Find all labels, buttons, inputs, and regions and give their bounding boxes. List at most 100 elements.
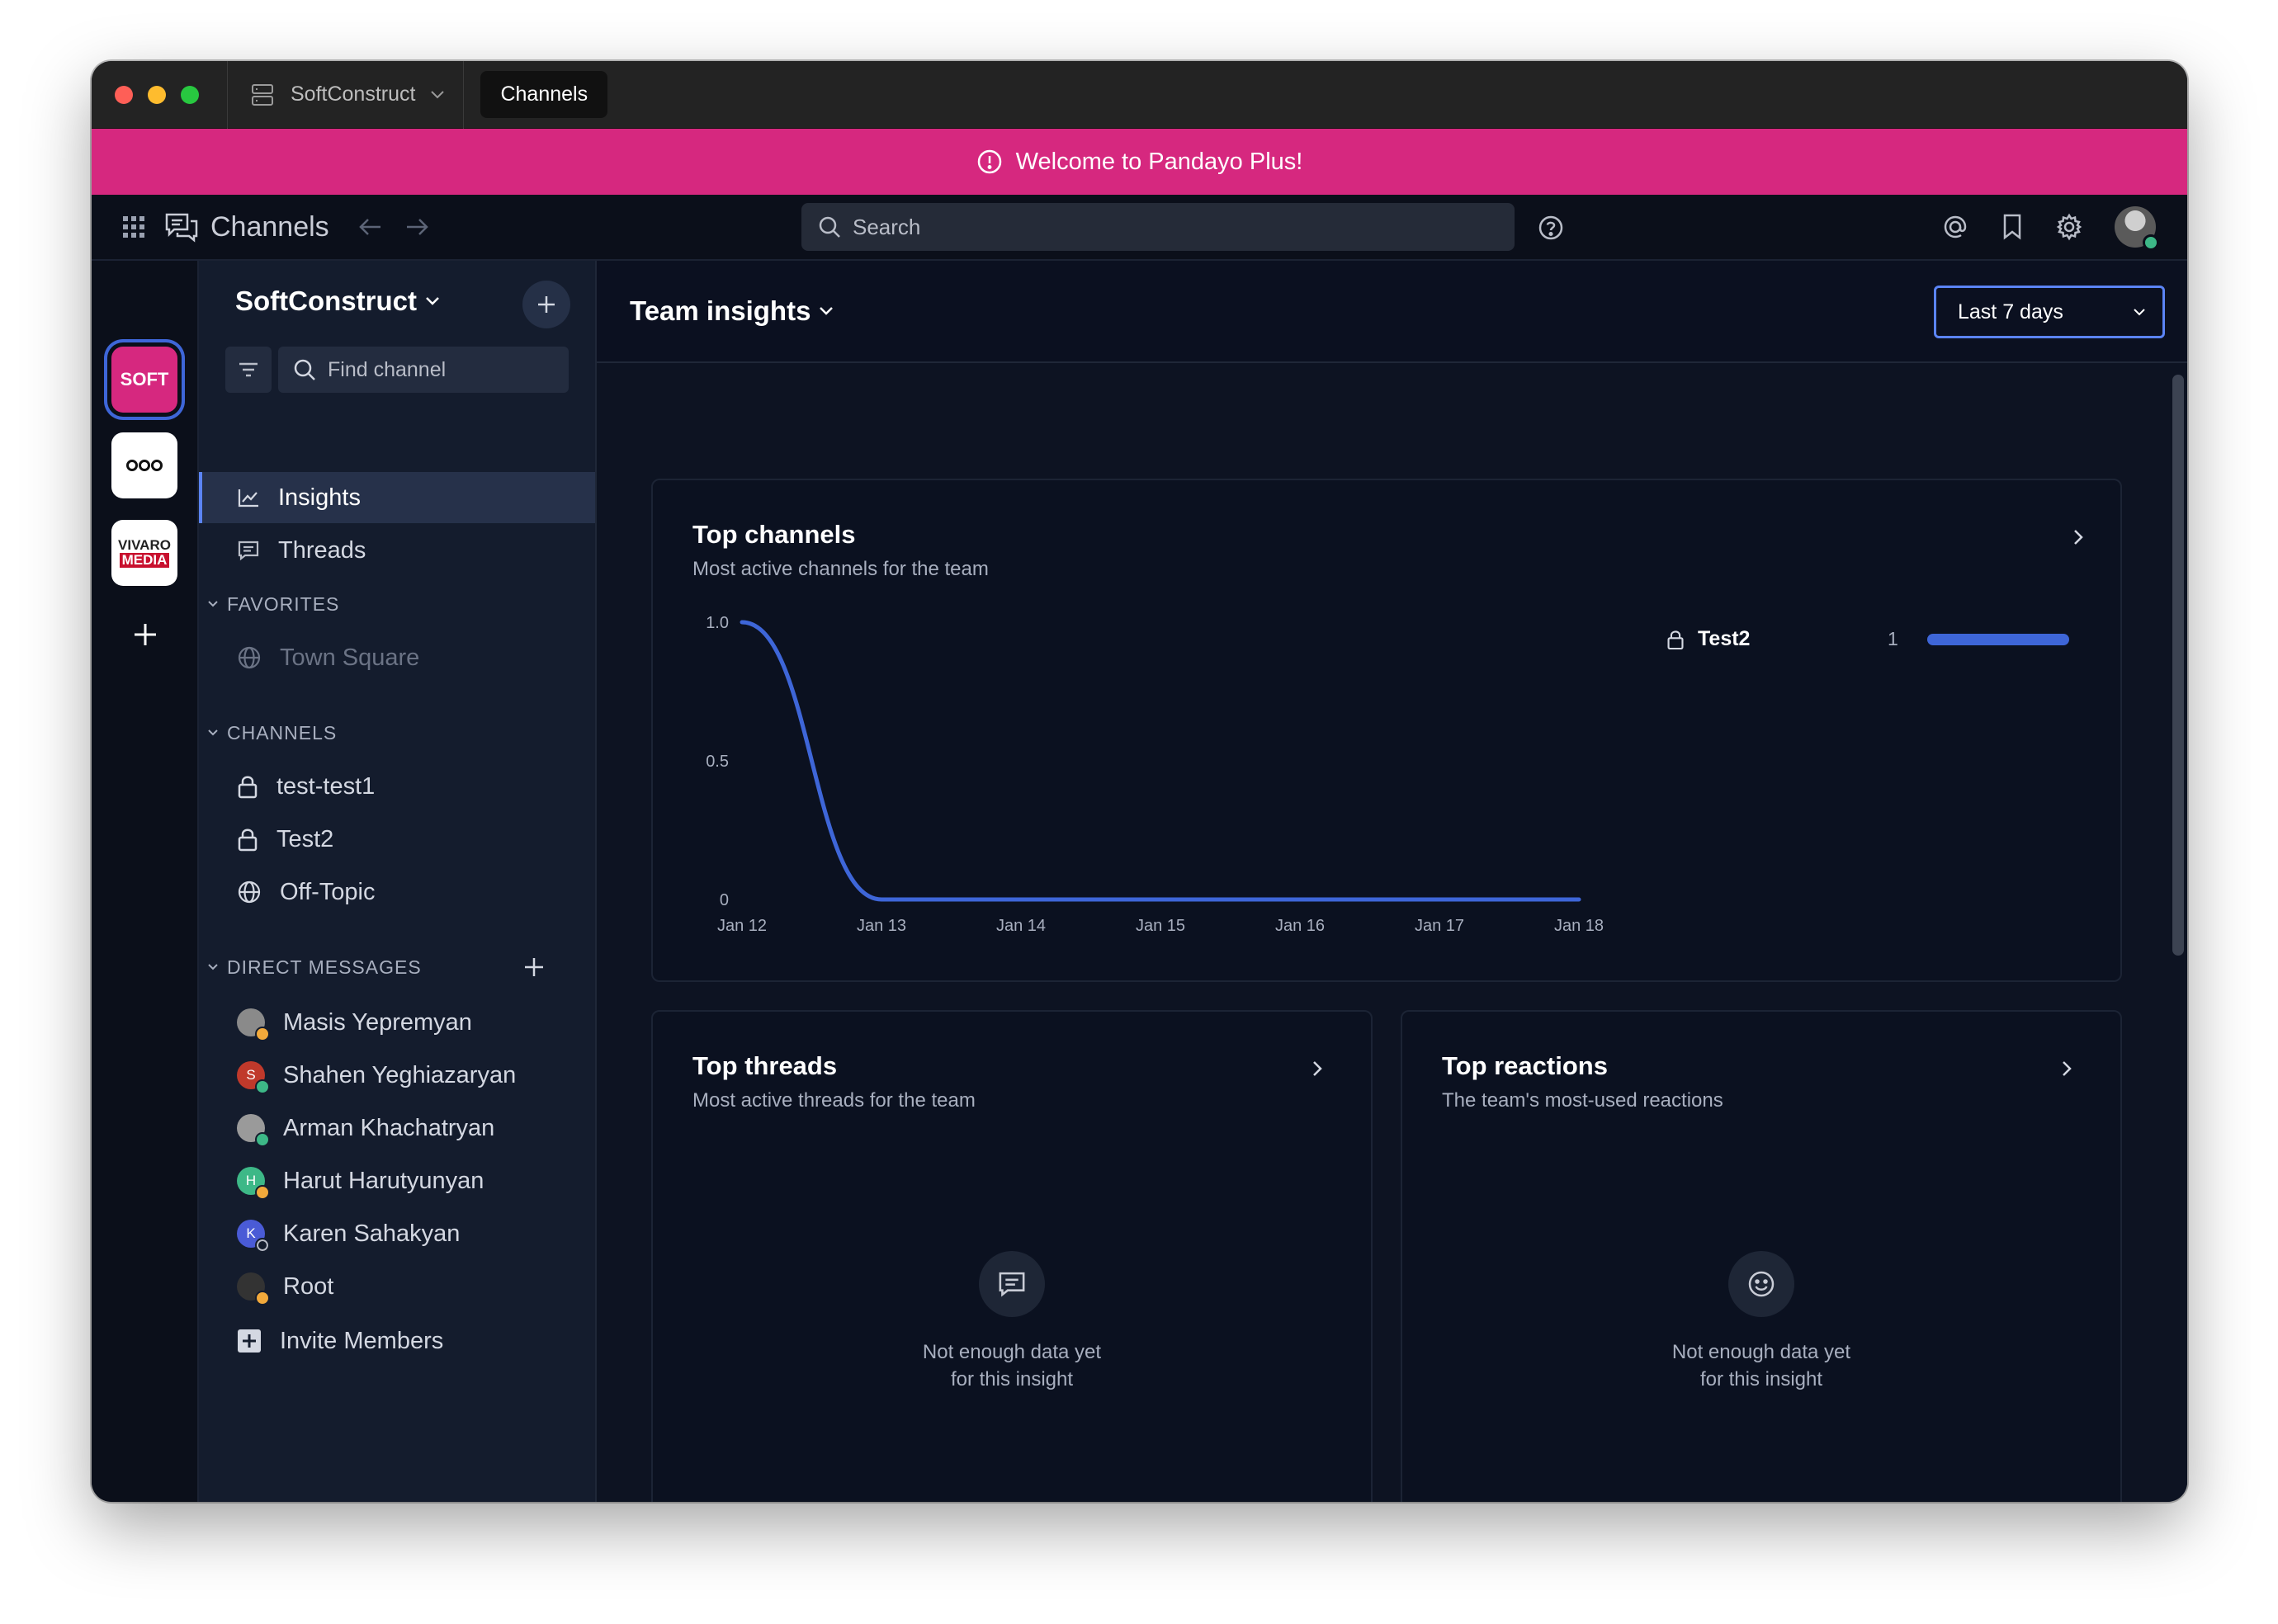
search-placeholder: Search xyxy=(853,214,921,239)
sidebar-item-off-topic[interactable]: Off-Topic xyxy=(199,866,595,918)
empty-state-line: Not enough data yet xyxy=(1671,1341,1851,1363)
card-subtitle: Most active threads for the team xyxy=(692,1089,976,1112)
x-tick-label: Jan 13 xyxy=(857,917,906,935)
product-menu-icon[interactable] xyxy=(121,215,146,239)
y-tick-label: 0.5 xyxy=(706,753,729,771)
date-range-select[interactable]: Last 7 days xyxy=(1934,286,2165,338)
close-window-button[interactable] xyxy=(115,85,133,104)
sidebar-item-label: Insights xyxy=(278,484,361,511)
section-label: FAVORITES xyxy=(227,592,340,615)
legend-channel-bar xyxy=(1927,633,2069,645)
card-title: Top threads xyxy=(692,1051,838,1080)
status-away-indicator xyxy=(255,1185,270,1200)
search-input[interactable]: Search xyxy=(801,203,1515,251)
gear-icon[interactable] xyxy=(2055,213,2083,241)
help-icon[interactable] xyxy=(1538,215,1564,241)
history-navigation xyxy=(358,217,428,237)
add-direct-message-icon[interactable] xyxy=(522,956,546,979)
legend-channel-value: 1 xyxy=(1888,628,1898,649)
server-name: SoftConstruct xyxy=(291,83,416,106)
lock-icon xyxy=(238,829,258,852)
sidebar-item-dm-masis-yepremyan[interactable]: Masis Yepremyan xyxy=(199,997,595,1048)
tab-channels[interactable]: Channels xyxy=(480,71,608,118)
announcement-banner: Welcome to Pandayo Plus! xyxy=(92,129,2187,195)
scrollbar[interactable] xyxy=(2172,375,2184,956)
product-branding: Channels xyxy=(164,211,329,243)
smiley-icon xyxy=(1748,1271,1775,1297)
favorites-section-header[interactable]: FAVORITES xyxy=(207,588,339,621)
title-bar: SoftConstruct Channels xyxy=(92,61,2187,129)
avatar xyxy=(237,1008,270,1041)
bookmark-icon[interactable] xyxy=(2001,213,2024,241)
legend-channel-name: Test2 xyxy=(1698,627,1751,650)
y-tick-label: 0 xyxy=(720,891,729,909)
x-tick-label: Jan 15 xyxy=(1136,917,1185,935)
sidebar-item-threads[interactable]: Threads xyxy=(199,525,595,576)
mention-icon[interactable] xyxy=(1941,213,1969,241)
add-team-icon[interactable] xyxy=(131,621,159,649)
alert-circle-icon xyxy=(977,149,1001,174)
insights-scope-menu[interactable]: Team insights xyxy=(630,295,834,327)
sidebar-item-dm-harut-harutyunyan[interactable]: H Harut Harutyunyan xyxy=(199,1155,595,1206)
lock-icon xyxy=(1667,630,1684,649)
plus-icon xyxy=(538,296,555,313)
plus-box-icon xyxy=(238,1329,261,1353)
sidebar-item-dm-root[interactable]: Root xyxy=(199,1261,595,1312)
channels-section-header[interactable]: CHANNELS xyxy=(207,716,337,749)
avatar-initial: S xyxy=(246,1067,256,1083)
status-away-indicator xyxy=(255,1027,270,1041)
chevron-right-icon[interactable] xyxy=(1312,1060,1323,1078)
team-name-menu[interactable]: SoftConstruct xyxy=(235,286,440,317)
sidebar-item-dm-arman-khachatryan[interactable]: Arman Khachatryan xyxy=(199,1102,595,1154)
chevron-down-icon xyxy=(2134,309,2145,316)
invite-members-button[interactable]: Invite Members xyxy=(199,1315,595,1367)
direct-messages-section-header[interactable]: DIRECT MESSAGES xyxy=(207,951,422,984)
minimize-window-button[interactable] xyxy=(148,85,166,104)
sidebar-item-test2[interactable]: Test2 xyxy=(199,814,595,865)
chevron-right-icon[interactable] xyxy=(2072,528,2084,546)
team-vivaro-media[interactable]: VIVARO MEDIA xyxy=(111,520,177,586)
user-avatar[interactable] xyxy=(2115,206,2159,251)
team-ooo[interactable] xyxy=(111,432,177,498)
x-tick-label: Jan 17 xyxy=(1415,917,1464,935)
sidebar-item-dm-shahen-yeghiazaryan[interactable]: S Shahen Yeghiazaryan xyxy=(199,1050,595,1101)
sidebar-item-label: Test2 xyxy=(276,825,334,852)
chevron-down-icon xyxy=(820,307,834,315)
team-softconstruct[interactable]: SOFT xyxy=(111,347,177,413)
channel-filter-button[interactable] xyxy=(225,347,272,393)
globe-icon xyxy=(238,880,261,904)
sidebar-item-label: Shahen Yeghiazaryan xyxy=(283,1061,517,1088)
sidebar-item-dm-karen-sahakyan[interactable]: K Karen Sahakyan xyxy=(199,1208,595,1259)
back-arrow-icon[interactable] xyxy=(358,217,382,237)
server-icon xyxy=(252,83,273,106)
product-title: Channels xyxy=(210,210,329,243)
y-tick-label: 1.0 xyxy=(706,614,729,632)
forward-arrow-icon[interactable] xyxy=(405,217,428,237)
sidebar-item-town-square[interactable]: Town Square xyxy=(199,632,595,683)
sidebar-item-label: Threads xyxy=(278,536,366,564)
sidebar-item-label: Harut Harutyunyan xyxy=(283,1167,484,1194)
status-away-indicator xyxy=(255,1291,270,1305)
find-channel-placeholder: Find channel xyxy=(328,357,447,381)
empty-state-line: for this insight xyxy=(1699,1368,1823,1390)
app-window: SoftConstruct Channels Welcome to Panday… xyxy=(92,61,2187,1502)
series-line[interactable] xyxy=(740,620,1581,902)
find-channel-input[interactable]: Find channel xyxy=(278,347,569,393)
legend-item-test2[interactable]: Test2 1 xyxy=(1666,627,2096,651)
avatar xyxy=(237,1114,270,1147)
header-actions xyxy=(1941,206,2159,251)
server-switcher[interactable]: SoftConstruct xyxy=(228,61,463,129)
team-name: SoftConstruct xyxy=(235,286,417,316)
sidebar-item-insights[interactable]: Insights xyxy=(199,472,595,523)
maximize-window-button[interactable] xyxy=(181,85,199,104)
sidebar-item-test-test1[interactable]: test-test1 xyxy=(199,761,595,812)
sidebar-item-label: Off-Topic xyxy=(280,878,376,905)
chevron-right-icon[interactable] xyxy=(2061,1060,2072,1078)
date-range-value: Last 7 days xyxy=(1958,300,2063,323)
add-channel-button[interactable] xyxy=(522,281,570,328)
insights-view: Team insights Last 7 days Top channels M… xyxy=(597,261,2187,1502)
page-title: Team insights xyxy=(630,295,811,326)
threads-icon xyxy=(238,541,259,561)
empty-state-text: Not enough data yet for this insight xyxy=(1638,1338,1885,1393)
avatar: K xyxy=(237,1220,270,1253)
